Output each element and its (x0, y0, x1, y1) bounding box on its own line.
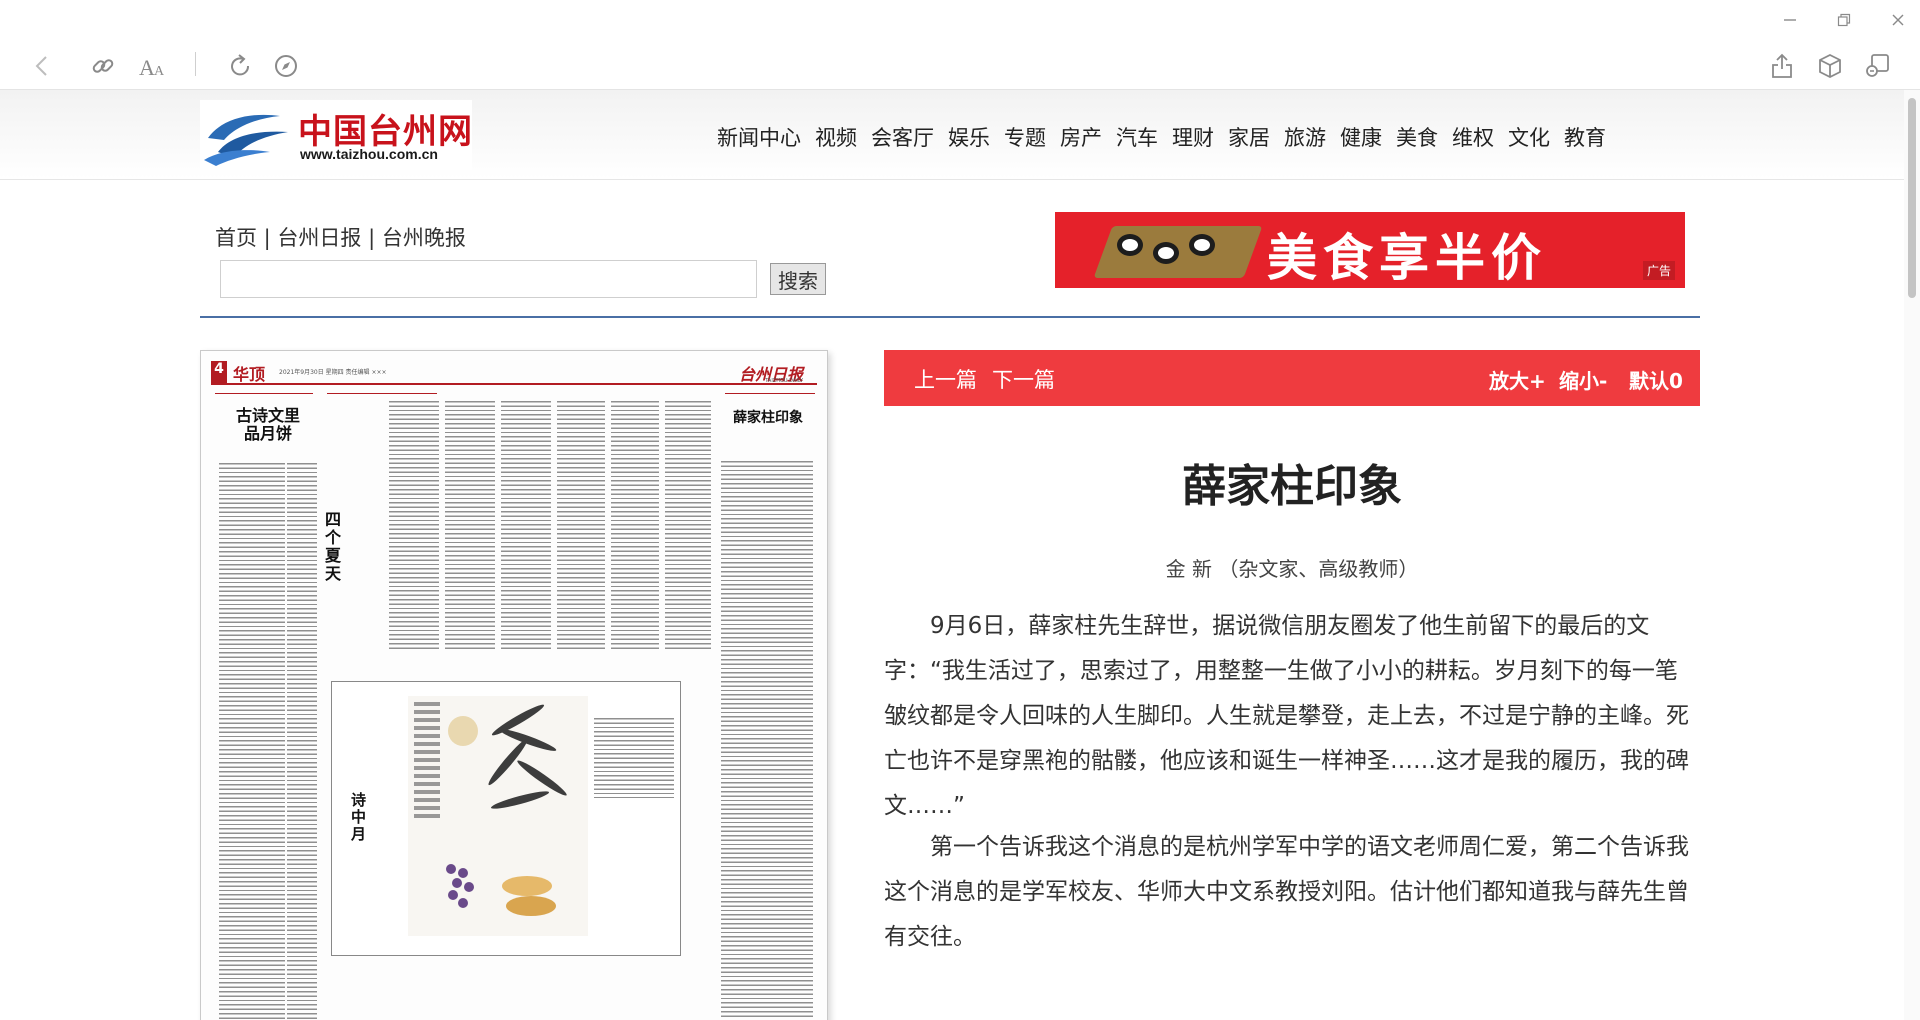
article-title: 薛家柱印象 (1182, 461, 1402, 512)
paper-rule (725, 393, 815, 394)
ink-painting-image (408, 696, 588, 936)
sushi-image (1117, 234, 1143, 256)
ad-banner[interactable]: 美食享半价 广告 (1055, 212, 1685, 288)
zoom-out-button[interactable]: 缩小- (1559, 365, 1607, 394)
cube-button[interactable] (1812, 48, 1848, 84)
nav-item-finance[interactable]: 理财 (1165, 122, 1221, 152)
svg-text:A: A (139, 55, 155, 79)
prev-article-link[interactable]: 上一篇 (914, 364, 977, 394)
minimize-button[interactable] (1772, 6, 1808, 34)
browser-toolbar: AA (0, 0, 1920, 90)
article-toolbar: 上一篇 下一篇 放大+ 缩小- 默认0 (884, 350, 1700, 406)
logo-mark-icon (204, 114, 288, 166)
toolbar-separator (195, 52, 196, 76)
restore-button[interactable] (1826, 6, 1862, 34)
paper-meta: 2021年9月30日 星期四 责任编辑 ××× (279, 369, 387, 376)
paper-rule (327, 393, 437, 394)
ad-text: 美食享半价 (1267, 229, 1547, 287)
search-button[interactable]: 搜索 (770, 263, 826, 295)
paper-text-column (501, 401, 551, 651)
copy-link-button[interactable] (85, 48, 121, 84)
nav-item-property[interactable]: 房产 (1053, 122, 1109, 152)
next-article-link[interactable]: 下一篇 (992, 364, 1055, 394)
site-logo[interactable]: 中国台州网 www.taizhou.com.cn (200, 100, 472, 170)
sushi-image (1189, 234, 1215, 256)
close-icon (1892, 14, 1904, 26)
sushi-image (1153, 242, 1179, 264)
ad-badge: 广告 (1642, 261, 1675, 280)
compass-button[interactable] (268, 48, 304, 84)
nav-item-special[interactable]: 专题 (997, 122, 1053, 152)
paper-story-title: 诗中月 (349, 792, 367, 843)
nav-item-health[interactable]: 健康 (1333, 122, 1389, 152)
breadcrumb[interactable]: 首页 | 台州日报 | 台州晚报 (215, 222, 466, 252)
article-paragraph: 第一个告诉我这个消息的是杭州学军中学的语文老师周仁爱，第二个告诉我这个消息的是学… (884, 834, 1689, 950)
site-header: 中国台州网 www.taizhou.com.cn 新闻中心 视频 会客厅 娱乐 … (0, 90, 1904, 180)
nav-item-travel[interactable]: 旅游 (1277, 122, 1333, 152)
logo-url: www.taizhou.com.cn (300, 146, 438, 162)
refresh-button[interactable] (222, 48, 258, 84)
nav-item-home[interactable]: 家居 (1221, 122, 1277, 152)
paper-text-column (219, 463, 285, 1020)
cube-icon (1819, 53, 1841, 79)
close-window-button[interactable] (1880, 6, 1916, 34)
nav-item-auto[interactable]: 汽车 (1109, 122, 1165, 152)
nav-item-video[interactable]: 视频 (808, 122, 864, 152)
paper-story-title: 四个夏天 (322, 511, 341, 583)
nav-item-food[interactable]: 美食 (1389, 122, 1445, 152)
reader-icon (1866, 54, 1889, 77)
link-icon (92, 59, 114, 73)
paper-masthead-en: TAIZHOU DAILY (765, 378, 803, 384)
svg-text:A: A (154, 64, 165, 79)
back-button[interactable] (24, 48, 60, 84)
zoom-reset-button[interactable]: 默认0 (1629, 365, 1683, 394)
nav-item-rights[interactable]: 维权 (1445, 122, 1501, 152)
page-viewport: 中国台州网 www.taizhou.com.cn 新闻中心 视频 会客厅 娱乐 … (0, 90, 1904, 1020)
nav-item-news[interactable]: 新闻中心 (710, 122, 808, 152)
paper-text-column (611, 401, 659, 651)
restore-icon (1837, 13, 1851, 27)
nav-item-entertainment[interactable]: 娱乐 (941, 122, 997, 152)
article-paragraph: 9月6日，薛家柱先生辞世，据说微信朋友圈发了他生前留下的最后的文字：“我生活过了… (884, 613, 1689, 819)
paper-story-title: 古诗文里 品月饼 (235, 406, 300, 443)
share-icon (1772, 53, 1792, 78)
font-size-icon: AA (139, 55, 165, 79)
reader-button[interactable] (1860, 48, 1896, 84)
header-divider (200, 316, 1700, 318)
nav-item-culture[interactable]: 文化 (1501, 122, 1557, 152)
nav-item-education[interactable]: 教育 (1557, 122, 1613, 152)
paper-text-column (287, 463, 317, 1020)
paper-text-column (665, 401, 711, 651)
paper-section: 华顶 (233, 365, 266, 384)
minimize-icon (1784, 19, 1796, 21)
paper-text-column (721, 461, 813, 1020)
compass-icon (275, 55, 297, 77)
paper-story-title: 薛家柱印象 (733, 410, 803, 426)
main-nav: 新闻中心 视频 会客厅 娱乐 专题 房产 汽车 理财 家居 旅游 健康 美食 维… (710, 122, 1613, 152)
search-input[interactable] (220, 260, 757, 298)
scrollbar-thumb[interactable] (1908, 98, 1916, 298)
page-scrollbar[interactable] (1904, 90, 1920, 1020)
nav-item-reception[interactable]: 会客厅 (864, 122, 941, 152)
newspaper-page-image[interactable]: 4 华顶 2021年9月30日 星期四 责任编辑 ××× 台州日报 TAIZHO… (200, 350, 828, 1020)
paper-text-column (557, 401, 605, 651)
paper-text-column (389, 401, 439, 651)
paper-text-column (594, 718, 674, 798)
article-byline: 金 新 （杂文家、高级教师） (1165, 557, 1419, 581)
share-button[interactable] (1764, 48, 1800, 84)
font-size-button[interactable]: AA (134, 48, 170, 84)
zoom-in-button[interactable]: 放大+ (1489, 365, 1546, 394)
paper-text-column (445, 401, 495, 651)
refresh-icon (231, 54, 250, 76)
paper-page-number: 4 (211, 361, 227, 383)
chevron-left-icon (35, 56, 47, 76)
paper-header: 4 华顶 2021年9月30日 星期四 责任编辑 ××× 台州日报 TAIZHO… (211, 361, 817, 385)
paper-rule (215, 393, 313, 394)
paper-illustration-box: 诗中月 (331, 681, 681, 956)
